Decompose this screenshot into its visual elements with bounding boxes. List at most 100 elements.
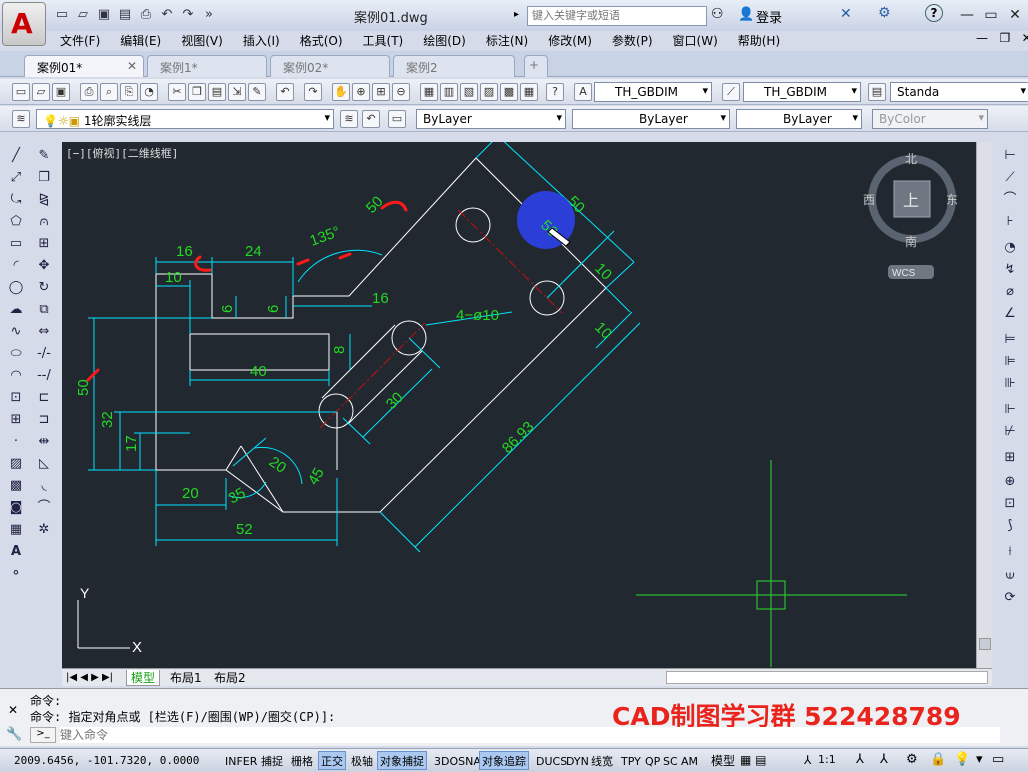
- join-icon[interactable]: ⇹: [34, 432, 54, 452]
- break-icon[interactable]: ⊐: [34, 410, 54, 430]
- offset-icon[interactable]: ⩀: [34, 212, 54, 232]
- undo-icon[interactable]: ↶: [157, 6, 177, 24]
- menu-dimension[interactable]: 标注(N): [486, 31, 528, 51]
- drawing-canvas[interactable]: 16 24 10 135° 50 50 10 6 6 16 4−ø10 40 8…: [62, 142, 976, 668]
- continue-dim-icon[interactable]: ⊪: [1000, 374, 1020, 394]
- autodesk-360-icon[interactable]: ⚙: [878, 5, 891, 21]
- annotation-scale[interactable]: 1:1: [818, 753, 836, 766]
- blend-icon[interactable]: ⌒: [34, 498, 54, 518]
- help-icon[interactable]: ?: [925, 4, 943, 22]
- menu-format[interactable]: 格式(O): [300, 31, 343, 51]
- circle-icon[interactable]: ◯: [6, 278, 26, 298]
- ellipse-icon[interactable]: ⬭: [6, 344, 26, 364]
- color-select[interactable]: ByLayer: [416, 109, 566, 129]
- otrack-toggle[interactable]: 对象追踪: [479, 751, 529, 770]
- menu-parametric[interactable]: 参数(P): [612, 31, 653, 51]
- application-menu-button[interactable]: A: [2, 2, 46, 46]
- linear-dim-icon[interactable]: ⊢: [1000, 146, 1020, 166]
- tab-layout2[interactable]: 布局2: [210, 670, 250, 686]
- command-input[interactable]: [60, 727, 1000, 743]
- layer-previous-icon[interactable]: ↶: [362, 110, 380, 128]
- region-icon[interactable]: ◙: [6, 498, 26, 518]
- workspace-icon[interactable]: ⚙: [906, 752, 918, 767]
- menu-help[interactable]: 帮助(H): [738, 31, 780, 51]
- quick-dim-icon[interactable]: ⊨: [1000, 330, 1020, 350]
- annotation-scale-icon[interactable]: ⅄: [804, 753, 811, 767]
- tab-doc-2[interactable]: 案例1*: [147, 55, 267, 77]
- space-dim-icon[interactable]: ⊩: [1000, 400, 1020, 420]
- zoom-realtime-icon[interactable]: ⊕: [352, 83, 370, 101]
- undo-tool-icon[interactable]: ↶: [276, 83, 294, 101]
- sheet-set-icon[interactable]: ▨: [480, 83, 498, 101]
- polar-toggle[interactable]: 极轴: [348, 751, 376, 770]
- dimtedit-icon[interactable]: ⟒: [1000, 566, 1020, 586]
- revcloud-icon[interactable]: ☁: [6, 300, 26, 320]
- plotstyle-select[interactable]: ByColor: [872, 109, 988, 129]
- dim-style-select[interactable]: TH_GBDIM: [594, 82, 712, 102]
- layer-manager-icon[interactable]: ≋: [12, 110, 30, 128]
- design-center-icon[interactable]: ▥: [440, 83, 458, 101]
- dim-style-icon[interactable]: ⟋: [722, 83, 740, 101]
- array-icon[interactable]: ⊞: [34, 234, 54, 254]
- more-icon[interactable]: »: [199, 6, 219, 24]
- quickcalc-icon[interactable]: ▦: [520, 83, 538, 101]
- text-style-select[interactable]: Standa: [890, 82, 1028, 102]
- diameter-dim-icon[interactable]: ⌀: [1000, 282, 1020, 302]
- menu-insert[interactable]: 插入(I): [243, 31, 280, 51]
- markup-icon[interactable]: ▩: [500, 83, 518, 101]
- table-style-icon[interactable]: ▤: [868, 83, 886, 101]
- menu-modify[interactable]: 修改(M): [548, 31, 592, 51]
- lineweight-toggle[interactable]: 线宽: [588, 751, 616, 770]
- menu-window[interactable]: 窗口(W): [673, 31, 718, 51]
- save-icon[interactable]: ▣: [94, 6, 114, 24]
- matchprop-icon[interactable]: ✎: [248, 83, 266, 101]
- jogged-dim-icon[interactable]: ↯: [1000, 260, 1020, 280]
- search-arrow-icon[interactable]: ▸: [514, 9, 519, 20]
- open-icon[interactable]: ▱: [73, 6, 93, 24]
- linetype-select[interactable]: ByLayer: [572, 109, 730, 129]
- jogged-linear-icon[interactable]: ⟆: [1000, 516, 1020, 536]
- point-icon[interactable]: ·: [6, 432, 26, 452]
- tool-palettes-icon[interactable]: ▧: [460, 83, 478, 101]
- insert-block-icon[interactable]: ⊡: [6, 388, 26, 408]
- grid-toggle[interactable]: 栅格: [288, 751, 316, 770]
- vertical-scrollbar[interactable]: [976, 142, 992, 668]
- preview-icon[interactable]: ⌕: [100, 83, 118, 101]
- make-current-icon[interactable]: ≋: [340, 110, 358, 128]
- erase-icon[interactable]: ✎: [34, 146, 54, 166]
- exchange-icon[interactable]: ✕: [840, 6, 852, 22]
- status-menu-icon[interactable]: ▾: [976, 752, 983, 767]
- aligned-dim-icon[interactable]: ⟋: [1000, 168, 1020, 188]
- close-button[interactable]: ✕: [1003, 4, 1027, 26]
- copy-object-icon[interactable]: ❐: [34, 168, 54, 188]
- tab-close-icon[interactable]: ✕: [127, 59, 137, 73]
- move-icon[interactable]: ✥: [34, 256, 54, 276]
- snap-toggle[interactable]: 捕捉: [258, 751, 286, 770]
- customize-icon[interactable]: 🔧: [6, 727, 22, 742]
- viewcube[interactable]: 上 北 南 东 西 WCS: [863, 152, 958, 279]
- dim-style-select-2[interactable]: TH_GBDIM: [743, 82, 861, 102]
- model-space-button[interactable]: 模型: [708, 751, 738, 770]
- redo-icon[interactable]: ↷: [178, 6, 198, 24]
- tab-doc-1[interactable]: 案例01* ✕: [24, 55, 144, 77]
- polygon-icon[interactable]: ⬠: [6, 212, 26, 232]
- binoculars-icon[interactable]: ⚇: [711, 6, 724, 22]
- menu-draw[interactable]: 绘图(D): [423, 31, 466, 51]
- login-button[interactable]: 登录: [756, 7, 782, 26]
- break-dim-icon[interactable]: ⊬: [1000, 422, 1020, 442]
- gradient-icon[interactable]: ▩: [6, 476, 26, 496]
- properties-icon[interactable]: ▦: [420, 83, 438, 101]
- tpy-toggle[interactable]: TPY: [618, 751, 644, 770]
- rectangle-icon[interactable]: ▭: [6, 234, 26, 254]
- mtext-icon[interactable]: A: [6, 542, 26, 562]
- menu-tools[interactable]: 工具(T): [363, 31, 404, 51]
- new-icon[interactable]: ▭: [52, 6, 72, 24]
- arc-length-icon[interactable]: ⌒: [1000, 190, 1020, 210]
- save-file-icon[interactable]: ▣: [52, 83, 70, 101]
- ortho-toggle[interactable]: 正交: [318, 751, 346, 770]
- extend-icon[interactable]: --/: [34, 366, 54, 386]
- zoom-previous-icon[interactable]: ⊖: [392, 83, 410, 101]
- auto-scale-icon[interactable]: ⅄: [880, 752, 888, 767]
- layout-icons[interactable]: ▦ ▤: [740, 753, 767, 767]
- radius-dim-icon[interactable]: ◔: [1000, 238, 1020, 258]
